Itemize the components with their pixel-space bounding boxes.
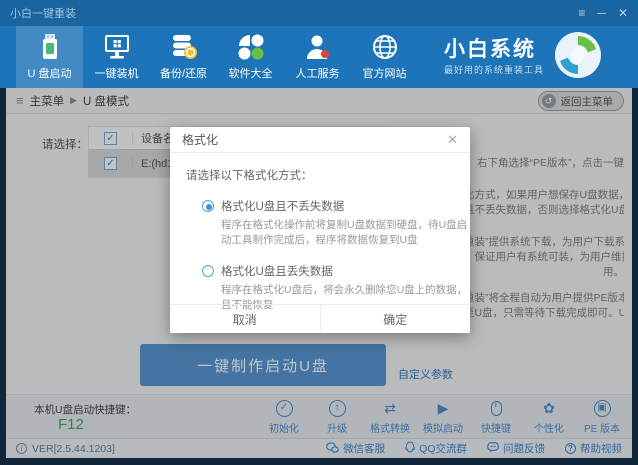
nav-item-support[interactable]: 人工服务	[284, 26, 351, 88]
main-nav: U 盘启动 一键装机 备份/还原 软件大全 人工服务	[0, 26, 638, 88]
format-option-keep-data: 格式化U盘且不丢失数据 程序在格式化操作前将复制U盘数据到硬盘，待U盘启动工具制…	[202, 198, 456, 248]
radio-selected-icon[interactable]	[202, 200, 214, 212]
option-row[interactable]: 格式化U盘且丢失数据	[202, 263, 456, 279]
nav-item-one-click-install[interactable]: 一键装机	[83, 26, 150, 88]
app-window: 小白一键重装 ≡ ─ ✕ U 盘启动 一键装机 备份/还原	[0, 0, 638, 465]
confirm-button[interactable]: 确定	[321, 305, 471, 333]
close-icon[interactable]: ✕	[618, 7, 628, 19]
option-label: 格式化U盘且丢失数据	[221, 263, 333, 279]
database-backup-icon	[169, 33, 199, 61]
monitor-icon	[102, 33, 132, 61]
option-row[interactable]: 格式化U盘且不丢失数据	[202, 198, 456, 214]
nav-item-software[interactable]: 软件大全	[217, 26, 284, 88]
menu-icon[interactable]: ≡	[578, 7, 585, 19]
recycle-swirl-logo-icon	[554, 31, 602, 84]
format-dialog: 格式化 ✕ 请选择以下格式化方式： 格式化U盘且不丢失数据 程序在格式化操作前将…	[170, 127, 470, 333]
dialog-footer: 取消 确定	[170, 304, 470, 333]
dialog-title: 格式化	[182, 131, 218, 148]
cancel-button[interactable]: 取消	[170, 305, 321, 333]
option-label: 格式化U盘且不丢失数据	[221, 198, 344, 214]
window-title: 小白一键重装	[10, 5, 76, 21]
minimize-icon[interactable]: ─	[597, 7, 606, 19]
radio-unselected-icon[interactable]	[202, 265, 214, 277]
usb-drive-icon	[37, 33, 63, 61]
nav-item-label: U 盘启动	[28, 65, 72, 81]
nav-item-label: 备份/还原	[160, 65, 207, 81]
support-person-icon	[304, 33, 332, 61]
globe-icon	[371, 33, 399, 61]
title-bar: 小白一键重装 ≡ ─ ✕	[0, 0, 638, 26]
nav-item-backup-restore[interactable]: 备份/还原	[150, 26, 217, 88]
window-controls: ≡ ─ ✕	[578, 7, 628, 19]
option-description: 程序在格式化操作前将复制U盘数据到硬盘，待U盘启动工具制作完成后，程序将数据恢复…	[221, 218, 473, 248]
brand-name: 小白系统	[444, 38, 544, 62]
dialog-close-icon[interactable]: ✕	[447, 133, 458, 146]
brand-block: 小白系统 最好用的系统重装工具	[444, 38, 544, 75]
nav-item-label: 一键装机	[95, 65, 139, 81]
dialog-body: 请选择以下格式化方式： 格式化U盘且不丢失数据 程序在格式化操作前将复制U盘数据…	[170, 153, 470, 313]
apps-grid-icon	[237, 33, 265, 61]
dialog-header: 格式化 ✕	[170, 127, 470, 153]
nav-item-website[interactable]: 官方网站	[351, 26, 418, 88]
brand-tagline: 最好用的系统重装工具	[444, 65, 544, 75]
nav-item-label: 人工服务	[296, 65, 340, 81]
nav-item-label: 官方网站	[363, 65, 407, 81]
dialog-prompt: 请选择以下格式化方式：	[186, 167, 456, 183]
nav-item-usb-boot[interactable]: U 盘启动	[16, 26, 83, 88]
nav-item-label: 软件大全	[229, 65, 273, 81]
